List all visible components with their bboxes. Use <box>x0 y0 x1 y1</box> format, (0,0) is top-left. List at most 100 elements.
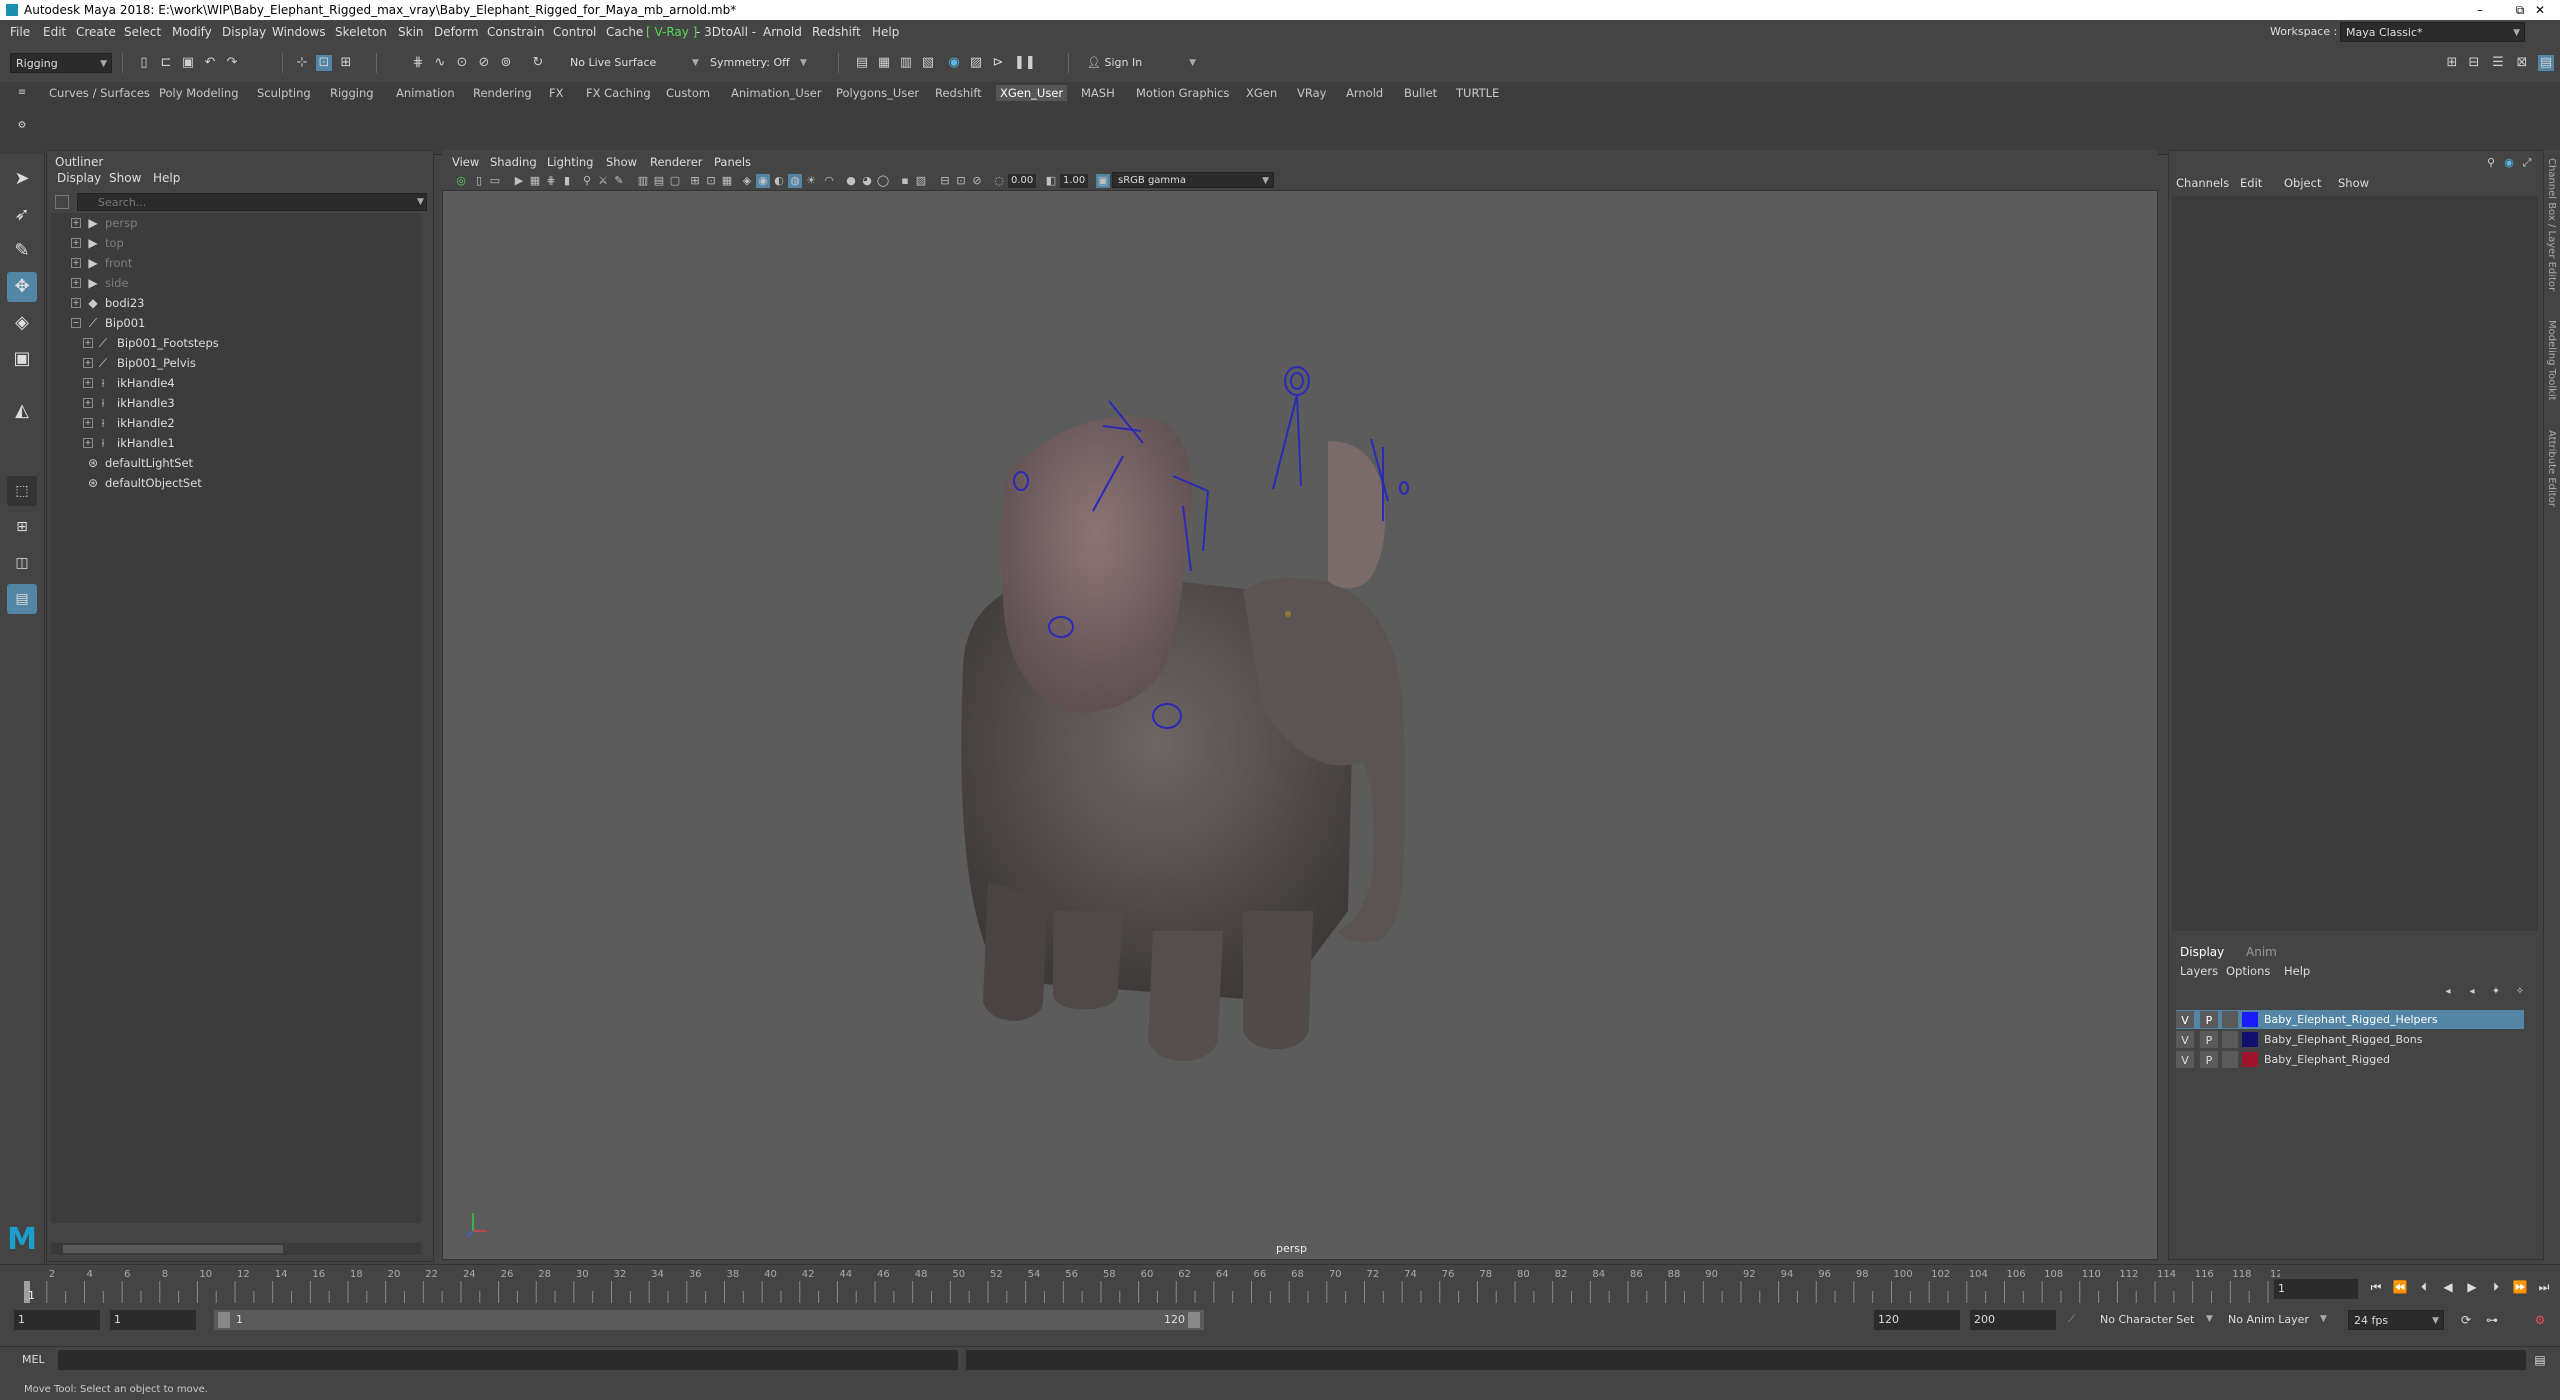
menu-select[interactable]: Select <box>124 20 161 44</box>
workspace-dropdown[interactable]: Maya Classic* ▼ <box>2340 22 2525 42</box>
snap-curve-icon[interactable]: ∿ <box>432 55 448 71</box>
expand-icon[interactable]: + <box>83 338 93 348</box>
live-surface-label[interactable]: No Live Surface <box>570 53 656 73</box>
menu-redshift[interactable]: Redshift <box>812 20 861 44</box>
modeling-toolkit-icon[interactable]: ⊞ <box>2444 55 2460 71</box>
playback-end-field[interactable]: 120 <box>1874 1310 1960 1330</box>
outliner-item-persp[interactable]: + ▶ persp <box>51 213 411 233</box>
viewport-menu-view[interactable]: View <box>452 155 479 169</box>
time-slider[interactable]: 2 4 6 8 10 12 14 16 18 20 22 24 26 28 30 32 34 36 38 40 42 44… <box>0 1264 2560 1305</box>
menu-display[interactable]: Display <box>222 20 266 44</box>
move-layer-down-icon[interactable]: ◂ <box>2464 984 2480 1000</box>
shelf-tab-curves-surfaces[interactable]: Curves / Surfaces <box>49 85 150 101</box>
expand-icon[interactable]: + <box>71 278 81 288</box>
expand-icon[interactable]: + <box>83 438 93 448</box>
menu-deform[interactable]: Deform <box>434 20 479 44</box>
chevron-down-icon[interactable]: ▼ <box>2206 1314 2213 1324</box>
screen-space-ao-icon[interactable]: ◈ <box>740 174 754 188</box>
layer-display-type-toggle[interactable] <box>2222 1051 2238 1068</box>
outliner-item-bodi23[interactable]: + ◆ bodi23 <box>51 293 411 313</box>
wireframe-on-shaded-icon[interactable]: ▢ <box>668 174 682 188</box>
outliner-menu-help[interactable]: Help <box>153 171 180 185</box>
shelf-tab-fx-caching[interactable]: FX Caching <box>586 85 651 101</box>
exposure-field[interactable]: 0.00 <box>1008 174 1037 188</box>
viewport-menu-show[interactable]: Show <box>606 155 637 169</box>
chevron-down-icon[interactable]: ▼ <box>800 53 807 73</box>
vray-ipr-icon[interactable]: ⊳ <box>990 55 1006 71</box>
menu-file[interactable]: File <box>10 20 30 44</box>
menu-skeleton[interactable]: Skeleton <box>335 20 387 44</box>
outliner-item-defaultlightset[interactable]: ⊛ defaultLightSet <box>51 453 411 473</box>
anim-layer-dropdown[interactable]: No Anim Layer <box>2228 1313 2309 1326</box>
expand-icon[interactable]: + <box>71 258 81 268</box>
filter-toggle-icon[interactable] <box>55 195 69 209</box>
outliner-toggle-icon[interactable]: ⊠ <box>2514 55 2530 71</box>
expand-icon[interactable]: + <box>83 398 93 408</box>
snap-grid-icon[interactable]: ⋕ <box>410 55 426 71</box>
single-perspective-layout-icon[interactable]: ⬚ <box>7 476 37 506</box>
lock-camera-icon[interactable]: ▯ <box>472 174 486 188</box>
snap-point-icon[interactable]: ⊙ <box>454 55 470 71</box>
shelf-tab-rigging[interactable]: Rigging <box>330 85 374 101</box>
film-gate-icon[interactable]: ▮ <box>560 174 574 188</box>
chevron-down-icon[interactable]: ▼ <box>692 53 699 73</box>
new-layer-from-selection-icon[interactable]: ✧ <box>2512 984 2528 1000</box>
shelf-tab-turtle[interactable]: TURTLE <box>1456 85 1499 101</box>
layer-display-type-toggle[interactable] <box>2222 1011 2238 1028</box>
current-frame-field[interactable]: 1 <box>2274 1279 2358 1299</box>
shelf-tab-fx[interactable]: FX <box>549 85 564 101</box>
select-tool-icon[interactable]: ➤ <box>7 164 37 194</box>
pause-icon[interactable]: ❚❚ <box>1014 55 1036 71</box>
channels-menu-edit[interactable]: Edit <box>2240 176 2262 190</box>
outliner-item-ikhandle2[interactable]: + ⟊ ikHandle2 <box>51 413 411 433</box>
layer-row-bons[interactable]: V P Baby_Elephant_Rigged_Bons <box>2176 1030 2524 1049</box>
command-input[interactable] <box>58 1350 958 1370</box>
viewport-menu-shading[interactable]: Shading <box>490 155 537 169</box>
motion-blur-icon[interactable]: ◉ <box>756 174 770 188</box>
pin-icon[interactable]: ⚲ <box>2483 155 2499 171</box>
chevron-down-icon[interactable]: ▼ <box>2320 1314 2327 1324</box>
channels-menu-show[interactable]: Show <box>2338 176 2369 190</box>
exposure-toggle-icon[interactable]: ⊡ <box>954 174 968 188</box>
float-panel-icon[interactable]: ⤢ <box>2519 155 2535 171</box>
layer-display-type-toggle[interactable] <box>2222 1031 2238 1048</box>
menu-3dtoall[interactable]: - 3DtoAll - <box>696 20 756 44</box>
menuset-dropdown[interactable]: Rigging ▼ <box>10 53 112 73</box>
shelf-tab-redshift[interactable]: Redshift <box>935 85 982 101</box>
shelf-tab-animation[interactable]: Animation <box>396 85 455 101</box>
menu-windows[interactable]: Windows <box>272 20 326 44</box>
loop-icon[interactable]: ⟳ <box>2456 1310 2476 1330</box>
shelf-tab-xgen[interactable]: XGen <box>1246 85 1277 101</box>
attribute-editor-icon[interactable]: ⊟ <box>2466 55 2482 71</box>
smooth-shade-icon[interactable]: ▤ <box>652 174 666 188</box>
animation-end-field[interactable]: 200 <box>1970 1310 2056 1330</box>
hud-icon[interactable]: ⊟ <box>938 174 952 188</box>
undo-icon[interactable]: ↶ <box>202 55 218 71</box>
viewport-menu-lighting[interactable]: Lighting <box>547 155 593 169</box>
fps-dropdown[interactable]: 24 fps ▼ <box>2348 1310 2444 1330</box>
menu-vray[interactable]: [ V-Ray ] <box>646 20 697 44</box>
ipr-render-icon[interactable]: ▥ <box>898 55 914 71</box>
play-forwards-icon[interactable]: ▶ <box>2462 1277 2482 1297</box>
move-tool-icon[interactable]: ✥ <box>7 272 37 302</box>
use-all-lights-icon[interactable]: ⊡ <box>704 174 718 188</box>
gate-mask-icon[interactable]: ⚔ <box>596 174 610 188</box>
outliner-item-front[interactable]: + ▶ front <box>51 253 411 273</box>
outliner-search-input[interactable]: Search... <box>77 193 427 211</box>
menu-control[interactable]: Control <box>553 20 596 44</box>
layer-visibility-toggle[interactable]: V <box>2176 1051 2194 1068</box>
outliner-horizontal-scrollbar[interactable] <box>51 1243 421 1255</box>
move-layer-up-icon[interactable]: ◂ <box>2440 984 2456 1000</box>
outliner-item-defaultobjectset[interactable]: ⊛ defaultObjectSet <box>51 473 411 493</box>
camera-attributes-icon[interactable]: ▭ <box>488 174 502 188</box>
layer-visibility-toggle[interactable]: V <box>2176 1031 2194 1048</box>
render-view-icon[interactable]: ▤ <box>854 55 870 71</box>
viewport-canvas[interactable] <box>443 151 2159 1261</box>
layer-row-helpers[interactable]: V P Baby_Elephant_Rigged_Helpers <box>2176 1010 2524 1029</box>
vray-render-icon[interactable]: ▨ <box>968 55 984 71</box>
layer-color-swatch[interactable] <box>2242 1012 2258 1027</box>
menu-modify[interactable]: Modify <box>172 20 212 44</box>
shelf-tab-motion-graphics[interactable]: Motion Graphics <box>1136 85 1229 101</box>
textured-icon[interactable]: ⊞ <box>688 174 702 188</box>
shelf-tab-vray[interactable]: VRay <box>1297 85 1326 101</box>
